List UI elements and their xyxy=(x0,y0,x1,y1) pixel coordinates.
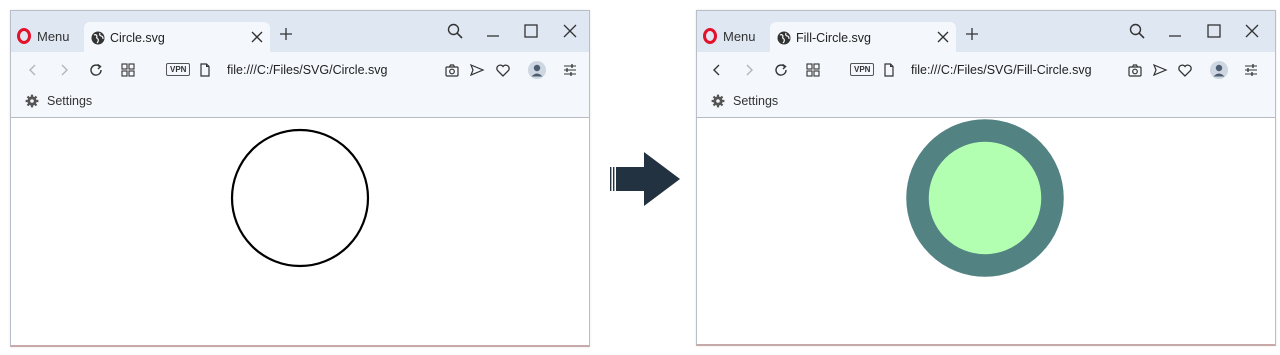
minimize-icon[interactable] xyxy=(485,23,501,39)
settings-label: Settings xyxy=(733,94,779,108)
tab-fill-circle[interactable]: Fill-Circle.svg xyxy=(770,22,956,53)
opera-logo-icon xyxy=(17,28,31,44)
profile-avatar-icon[interactable] xyxy=(1210,61,1228,79)
profile-avatar-icon[interactable] xyxy=(528,61,546,79)
maximize-icon[interactable] xyxy=(1206,23,1222,39)
heart-icon[interactable] xyxy=(495,62,511,78)
send-icon[interactable] xyxy=(1152,62,1168,78)
tabs-grid-icon[interactable] xyxy=(120,62,136,78)
reload-icon[interactable] xyxy=(773,62,789,78)
forward-icon[interactable] xyxy=(741,62,757,78)
gear-icon xyxy=(711,94,725,108)
back-icon[interactable] xyxy=(709,62,725,78)
camera-icon[interactable] xyxy=(444,62,460,78)
heart-icon[interactable] xyxy=(1177,62,1193,78)
opera-logo-icon xyxy=(703,28,717,44)
gear-icon xyxy=(25,94,39,108)
bookmarks-bar: Settings xyxy=(697,86,1275,118)
easy-setup-icon[interactable] xyxy=(562,62,578,78)
tab-title: Fill-Circle.svg xyxy=(796,30,871,45)
vpn-badge[interactable]: VPN xyxy=(166,63,191,76)
page-viewport xyxy=(11,119,589,345)
back-icon[interactable] xyxy=(25,62,41,78)
right-arrow-icon xyxy=(610,152,680,206)
settings-bookmark[interactable]: Settings xyxy=(25,94,92,108)
camera-icon[interactable] xyxy=(1127,62,1143,78)
file-icon xyxy=(884,63,894,77)
svg-canvas xyxy=(906,119,1064,277)
globe-icon xyxy=(777,31,791,44)
search-icon[interactable] xyxy=(447,23,463,39)
tab-title: Circle.svg xyxy=(110,30,165,45)
opera-menu-button[interactable]: Menu xyxy=(17,25,70,47)
settings-label: Settings xyxy=(47,94,93,108)
tabs-grid-icon[interactable] xyxy=(805,62,821,78)
forward-icon[interactable] xyxy=(56,62,72,78)
browser-window-left: Menu Circle.svg VPN file:///C:/Files/SVG… xyxy=(10,10,590,347)
file-icon xyxy=(200,63,210,77)
search-icon[interactable] xyxy=(1129,23,1145,39)
reload-icon[interactable] xyxy=(88,62,104,78)
browser-window-right: Menu Fill-Circle.svg VPN file:///C:/File… xyxy=(696,10,1276,346)
page-viewport xyxy=(697,119,1275,344)
url-field[interactable]: file:///C:/Files/SVG/Fill-Circle.svg xyxy=(911,63,1092,77)
svg-canvas xyxy=(230,128,370,268)
easy-setup-icon[interactable] xyxy=(1243,62,1259,78)
maximize-icon[interactable] xyxy=(523,23,539,39)
menu-label: Menu xyxy=(37,28,70,44)
outline-circle xyxy=(230,128,370,268)
filled-circle xyxy=(906,119,1064,277)
url-field[interactable]: file:///C:/Files/SVG/Circle.svg xyxy=(227,63,387,77)
menu-label: Menu xyxy=(723,28,756,44)
address-bar: VPN file:///C:/Files/SVG/Fill-Circle.svg xyxy=(697,52,1275,86)
send-icon[interactable] xyxy=(469,62,485,78)
globe-icon xyxy=(91,31,105,44)
opera-menu-button[interactable]: Menu xyxy=(703,25,756,47)
settings-bookmark[interactable]: Settings xyxy=(711,94,778,108)
close-tab-icon[interactable] xyxy=(936,30,950,44)
new-tab-icon[interactable] xyxy=(965,27,979,41)
address-bar: VPN file:///C:/Files/SVG/Circle.svg xyxy=(11,52,589,86)
vpn-badge[interactable]: VPN xyxy=(850,63,875,76)
close-window-icon[interactable] xyxy=(562,23,578,39)
close-tab-icon[interactable] xyxy=(250,30,264,44)
tab-bar: Menu Circle.svg xyxy=(11,11,589,53)
new-tab-icon[interactable] xyxy=(279,27,293,41)
tab-bar: Menu Fill-Circle.svg xyxy=(697,11,1275,53)
bookmarks-bar: Settings xyxy=(11,86,589,118)
close-window-icon[interactable] xyxy=(1244,23,1260,39)
tab-circle[interactable]: Circle.svg xyxy=(84,22,270,53)
minimize-icon[interactable] xyxy=(1167,23,1183,39)
